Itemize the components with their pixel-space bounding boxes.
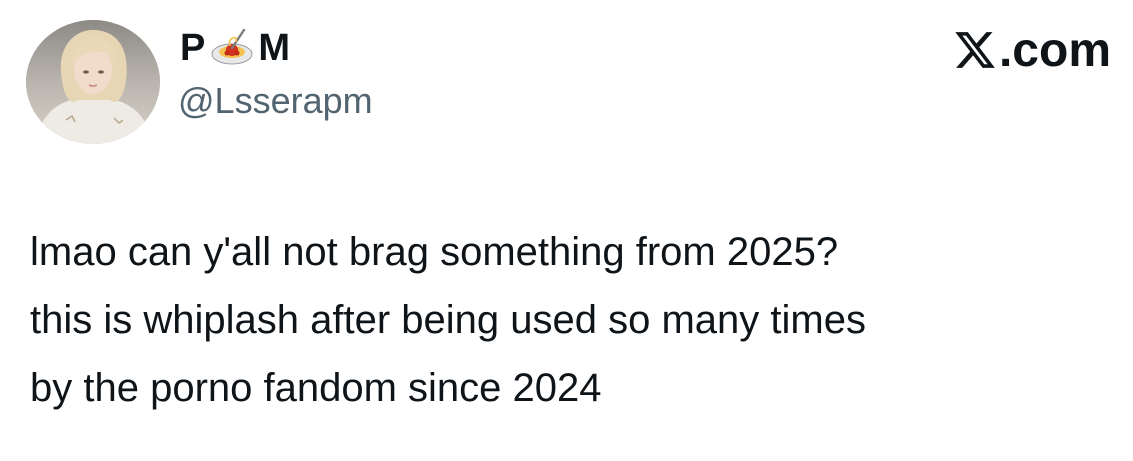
display-name[interactable]: P M (180, 24, 291, 72)
x-logo-icon (953, 28, 997, 72)
tweet-line: by the porno fandom since 2024 (30, 366, 602, 410)
tweet-card: P M @Lsserapm .com lmao can y'all not br… (0, 0, 1133, 461)
brand-domain-label: .com (998, 23, 1111, 77)
tweet-line: lmao can y'all not brag something from 2… (30, 230, 839, 274)
display-name-first: P (180, 26, 207, 69)
spaghetti-icon (210, 26, 254, 70)
display-name-last: M (258, 26, 292, 69)
tweet-line: this is whiplash after being used so man… (30, 298, 866, 342)
user-handle[interactable]: @Lsserapm (178, 80, 373, 122)
tweet-body: lmao can y'all not brag something from 2… (30, 218, 1120, 422)
brand-domain: .com (953, 23, 1111, 77)
avatar-photo (26, 20, 160, 144)
avatar[interactable] (26, 20, 160, 144)
